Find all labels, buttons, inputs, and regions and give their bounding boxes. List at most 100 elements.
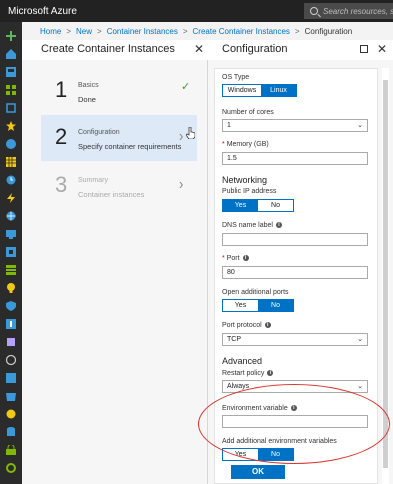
cores-value: 1 <box>227 122 231 129</box>
step-title: Summary <box>78 177 108 184</box>
clock-icon[interactable] <box>6 172 16 185</box>
step-number: 2 <box>55 124 68 149</box>
settings-icon[interactable] <box>6 370 16 383</box>
advisor-icon[interactable] <box>5 352 17 366</box>
chevron-down-icon: ⌄ <box>357 383 363 390</box>
step-subtitle: Specify container requirements <box>78 142 182 151</box>
search-box[interactable]: Search resources, se <box>304 3 393 19</box>
configuration-blade-header: Configuration ✕ <box>208 40 393 60</box>
breadcrumb-separator: > <box>182 26 188 36</box>
port-protocol-select[interactable]: TCP ⌄ <box>222 333 368 346</box>
left-nav-rail <box>0 22 22 484</box>
storage-icon[interactable] <box>6 262 16 275</box>
dashboard-icon[interactable] <box>6 64 16 77</box>
step-basics[interactable]: 1 Basics Done ✓ <box>41 68 197 114</box>
required-marker: * <box>222 255 225 262</box>
breadcrumb-new[interactable]: New <box>76 27 92 36</box>
advanced-heading: Advanced <box>222 356 263 366</box>
home-icon[interactable] <box>6 46 16 59</box>
port-protocol-value: TCP <box>227 336 241 343</box>
info-icon[interactable]: i <box>264 322 271 328</box>
cost-icon[interactable] <box>6 334 16 346</box>
breadcrumb-separator: > <box>294 26 300 36</box>
step-summary[interactable]: 3 Summary Container instances › <box>41 163 197 209</box>
search-icon <box>310 7 318 15</box>
step-number: 3 <box>55 172 68 197</box>
gauge-icon[interactable] <box>6 406 16 419</box>
dns-input[interactable] <box>222 233 368 246</box>
virtual-machines-icon[interactable] <box>6 226 16 239</box>
info-icon[interactable]: i <box>267 370 274 376</box>
step-subtitle: Done <box>78 95 96 104</box>
breadcrumb-container-instances[interactable]: Container Instances <box>107 27 178 36</box>
port-protocol-label: Port protocol i <box>222 322 271 329</box>
info-icon[interactable]: i <box>242 255 249 261</box>
os-type-toggle: Windows Linux <box>222 84 297 97</box>
annotation-ellipse <box>198 384 390 464</box>
dns-label: DNS name label i <box>222 222 282 229</box>
ok-button[interactable]: OK <box>231 465 285 479</box>
sql-icon[interactable] <box>6 154 16 167</box>
restart-policy-label: Restart policy i <box>222 370 274 377</box>
cores-select[interactable]: 1 ⌄ <box>222 119 368 132</box>
chevron-down-icon: ⌄ <box>357 122 363 129</box>
open-ports-yes[interactable]: Yes <box>223 300 258 311</box>
database-icon[interactable] <box>6 424 16 436</box>
search-placeholder: Search resources, se <box>323 6 393 16</box>
public-ip-yes[interactable]: Yes <box>223 200 258 211</box>
cores-label: Number of cores <box>222 109 274 116</box>
check-icon: ✓ <box>181 81 191 93</box>
top-bar: Microsoft Azure Search resources, se <box>0 0 393 22</box>
open-ports-label: Open additional ports <box>222 289 289 296</box>
os-type-linux[interactable]: Linux <box>261 85 296 96</box>
key-vault-icon[interactable] <box>6 244 16 257</box>
step-title: Configuration <box>78 129 120 136</box>
security-icon[interactable] <box>6 298 16 311</box>
lock-icon[interactable] <box>6 442 16 455</box>
required-marker: * <box>222 141 225 148</box>
step-configuration[interactable]: 2 Configuration Specify container requir… <box>41 115 197 161</box>
help-icon[interactable] <box>6 316 16 329</box>
breadcrumb-separator: > <box>97 26 102 36</box>
breadcrumb-separator: > <box>66 26 72 36</box>
step-subtitle: Container instances <box>78 190 145 199</box>
monitor-icon[interactable] <box>6 280 16 293</box>
globe-icon[interactable] <box>6 208 16 221</box>
step-number: 1 <box>55 77 68 102</box>
app-title[interactable]: Microsoft Azure <box>0 6 300 17</box>
step-title: Basics <box>78 82 99 89</box>
create-blade-title: Create Container Instances <box>41 43 175 55</box>
open-ports-no[interactable]: No <box>258 300 293 311</box>
info-icon[interactable]: i <box>275 222 282 228</box>
port-input[interactable]: 80 <box>222 266 368 279</box>
open-ports-toggle: Yes No <box>222 299 294 312</box>
marketplace-icon[interactable] <box>6 388 16 401</box>
all-resources-icon[interactable] <box>6 82 16 95</box>
memory-input[interactable]: 1.5 <box>222 152 368 165</box>
create-blade: Create Container Instances ✕ 1 Basics Do… <box>22 40 208 484</box>
resource-groups-icon[interactable] <box>6 100 16 113</box>
breadcrumb: Home > New > Container Instances > Creat… <box>22 22 393 40</box>
maximize-icon[interactable] <box>360 45 368 53</box>
function-icon[interactable] <box>6 190 16 203</box>
public-ip-label: Public IP address <box>222 188 277 195</box>
chevron-right-icon: › <box>179 126 184 145</box>
close-icon[interactable]: ✕ <box>377 42 387 56</box>
hand-cursor-icon <box>186 127 195 139</box>
memory-label: * Memory (GB) <box>222 141 269 148</box>
close-icon[interactable]: ✕ <box>194 42 204 56</box>
os-type-windows[interactable]: Windows <box>223 85 261 96</box>
favorites-icon[interactable] <box>6 118 16 131</box>
networking-heading: Networking <box>222 175 268 185</box>
chevron-down-icon: ⌄ <box>357 336 363 343</box>
app-services-icon[interactable] <box>6 136 16 149</box>
circle-icon[interactable] <box>6 460 16 473</box>
plus-icon[interactable] <box>6 28 16 41</box>
breadcrumb-create[interactable]: Create Container Instances <box>193 27 290 36</box>
public-ip-no[interactable]: No <box>258 200 293 211</box>
configuration-blade-title: Configuration <box>222 43 288 55</box>
breadcrumb-home[interactable]: Home <box>40 27 61 36</box>
create-blade-header: Create Container Instances ✕ <box>22 40 208 60</box>
breadcrumb-current: Configuration <box>304 26 353 36</box>
os-type-label: OS Type <box>222 74 250 81</box>
